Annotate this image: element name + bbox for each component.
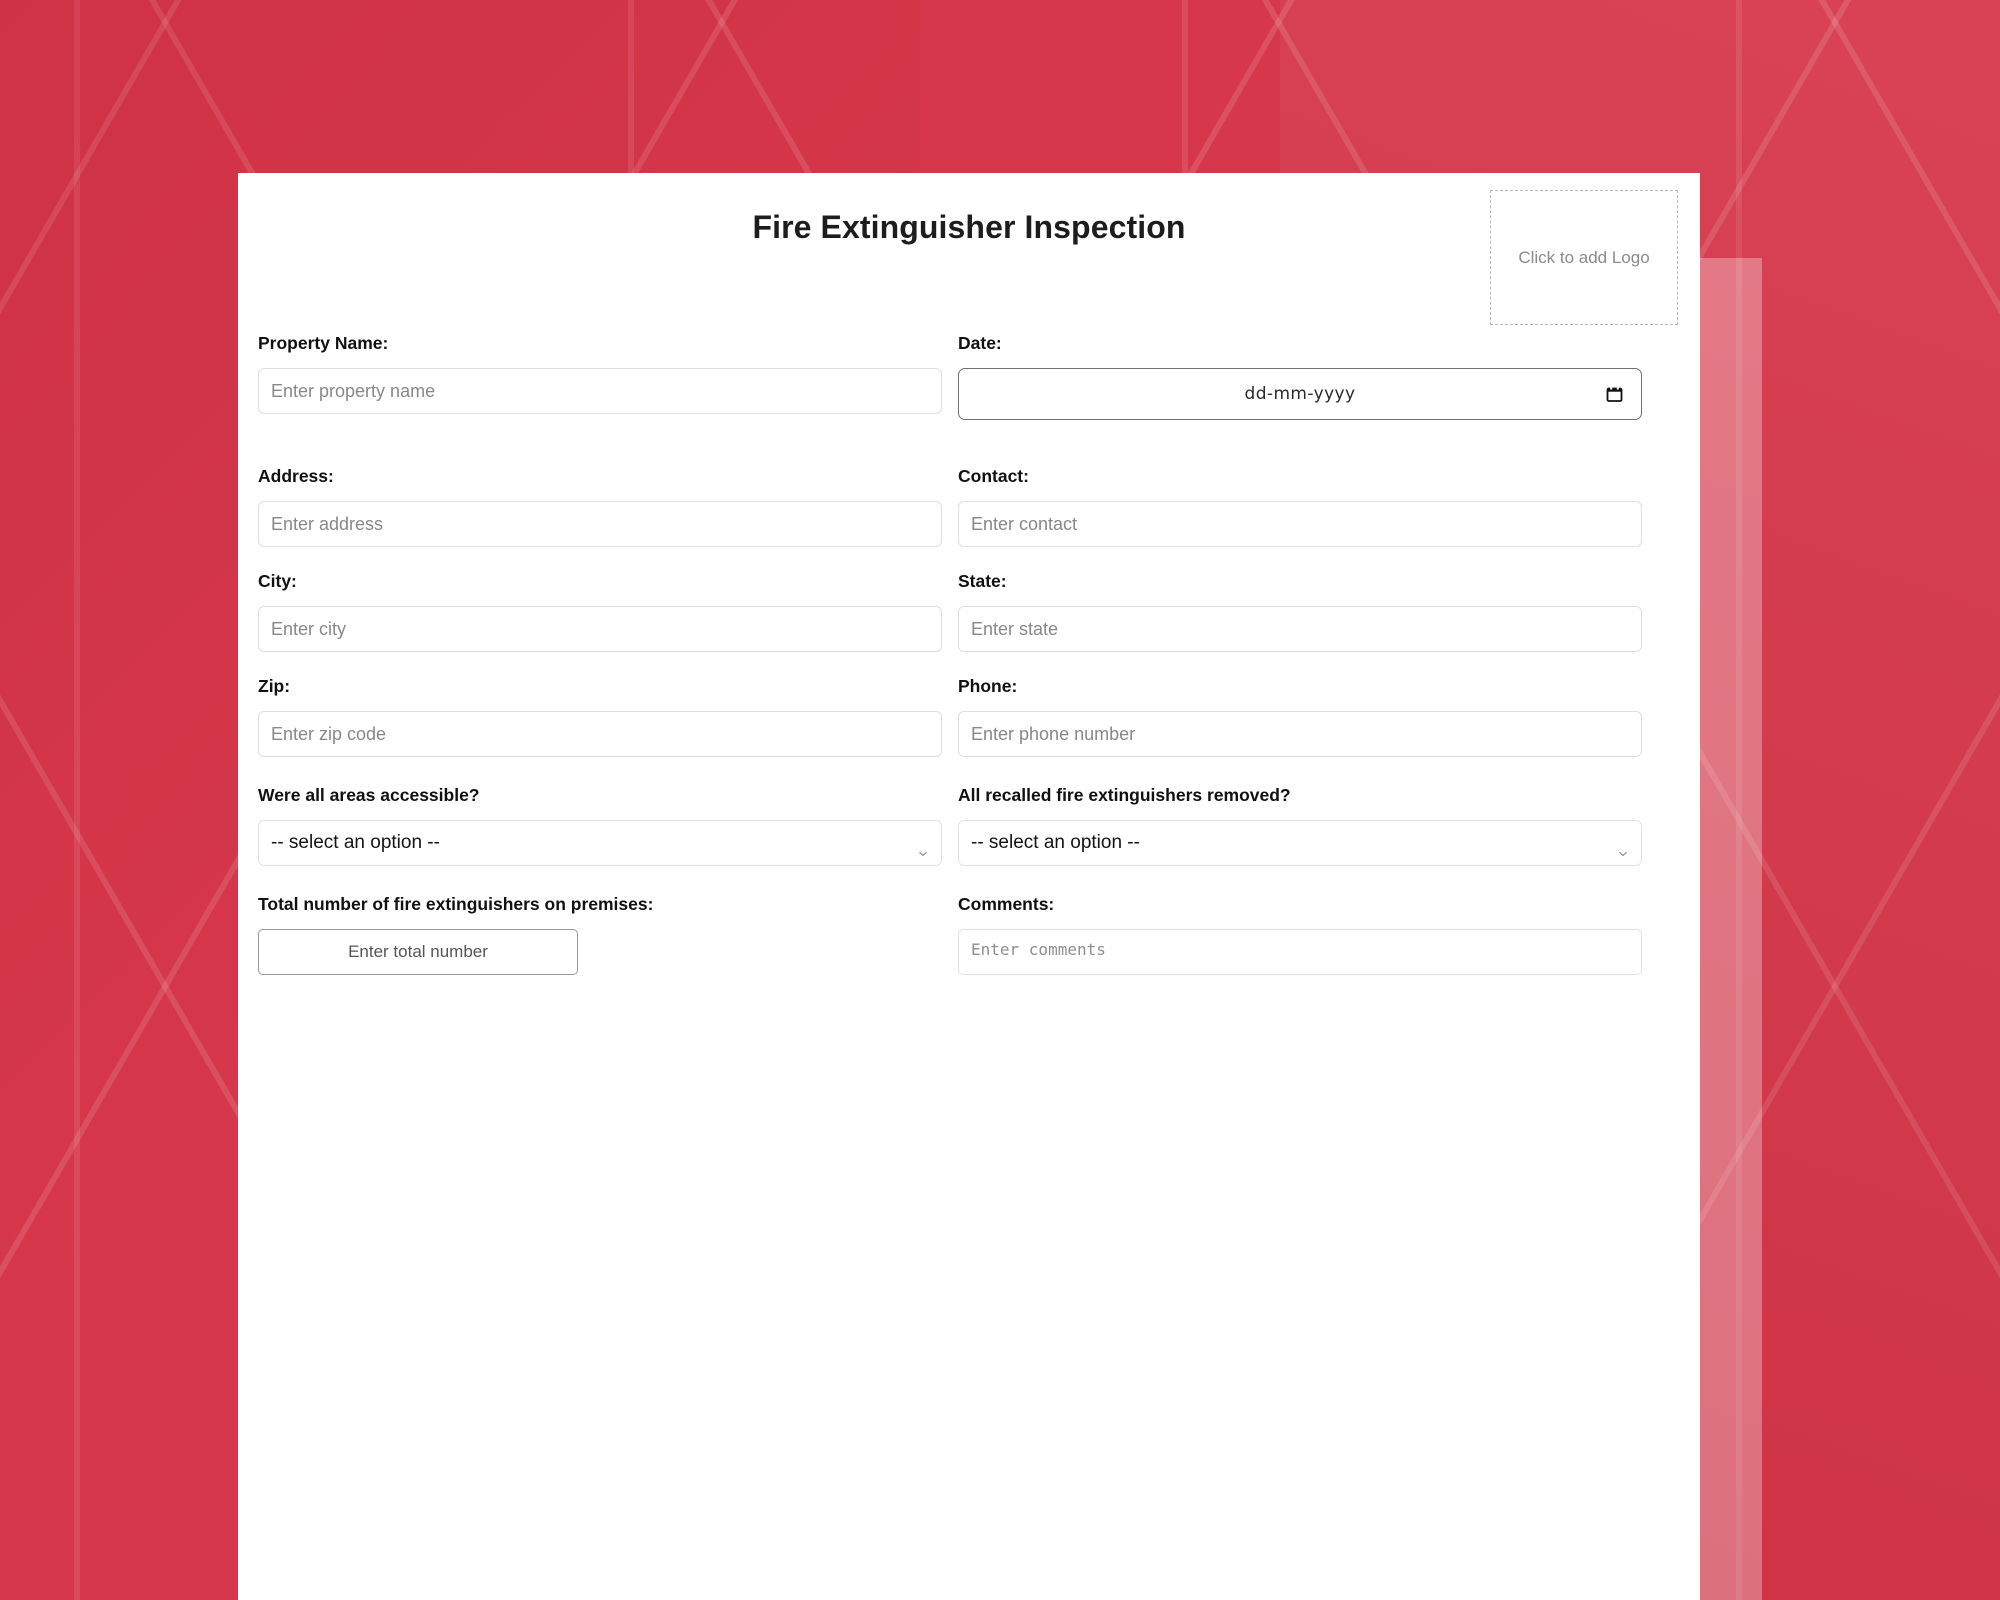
field-group-contact: Contact: Enter contact	[958, 466, 1642, 547]
form-body: Property Name: Enter property name Date:…	[238, 333, 1700, 975]
label-total-extinguishers: Total number of fire extinguishers on pr…	[258, 894, 654, 914]
label-state: State:	[958, 571, 1007, 591]
chevron-down-icon	[919, 841, 927, 857]
form-row-city-state: City: Enter city State: Enter state	[258, 571, 1680, 652]
background-overlay-strip	[1700, 258, 1762, 1600]
field-group-address: Address: Enter address	[258, 466, 942, 547]
label-zip: Zip:	[258, 676, 291, 696]
field-group-phone: Phone: Enter phone number	[958, 676, 1642, 757]
form-row-questions: Were all areas accessible? -- select an …	[258, 785, 1680, 866]
label-phone: Phone:	[958, 676, 1018, 696]
form-card: Fire Extinguisher Inspection Click to ad…	[238, 173, 1700, 1600]
label-property-name: Property Name:	[258, 333, 389, 353]
form-row-property-date: Property Name: Enter property name Date:…	[258, 333, 1680, 420]
address-input[interactable]: Enter address	[258, 501, 942, 547]
city-input[interactable]: Enter city	[258, 606, 942, 652]
label-comments: Comments:	[958, 894, 1055, 914]
field-group-comments: Comments: Enter comments	[958, 894, 1642, 975]
page-title: Fire Extinguisher Inspection	[752, 209, 1186, 245]
recalled-removed-selected-value: -- select an option --	[971, 832, 1140, 853]
comments-textarea[interactable]: Enter comments	[958, 929, 1642, 975]
form-row-zip-phone: Zip: Enter zip code Phone: Enter phone n…	[258, 676, 1680, 757]
zip-input[interactable]: Enter zip code	[258, 711, 942, 757]
recalled-removed-select[interactable]: -- select an option --	[958, 820, 1642, 866]
label-areas-accessible: Were all areas accessible?	[258, 785, 480, 805]
form-row-total-comments: Total number of fire extinguishers on pr…	[258, 894, 1680, 975]
label-date: Date:	[958, 333, 1002, 353]
state-input[interactable]: Enter state	[958, 606, 1642, 652]
logo-upload-dropzone[interactable]: Click to add Logo	[1490, 190, 1678, 325]
areas-accessible-select[interactable]: -- select an option --	[258, 820, 942, 866]
field-group-property-name: Property Name: Enter property name	[258, 333, 942, 420]
logo-upload-label: Click to add Logo	[1518, 247, 1650, 267]
field-group-city: City: Enter city	[258, 571, 942, 652]
date-input[interactable]: dd-mm-yyyy	[958, 368, 1642, 420]
areas-accessible-selected-value: -- select an option --	[271, 832, 440, 853]
form-row-address-contact: Address: Enter address Contact: Enter co…	[258, 466, 1680, 547]
field-group-state: State: Enter state	[958, 571, 1642, 652]
total-extinguishers-input[interactable]: Enter total number	[258, 929, 578, 975]
contact-input[interactable]: Enter contact	[958, 501, 1642, 547]
label-contact: Contact:	[958, 466, 1029, 486]
phone-input[interactable]: Enter phone number	[958, 711, 1642, 757]
field-group-date: Date: dd-mm-yyyy	[958, 333, 1642, 420]
label-city: City:	[258, 571, 297, 591]
date-input-placeholder: dd-mm-yyyy	[1244, 384, 1356, 404]
field-group-zip: Zip: Enter zip code	[258, 676, 942, 757]
label-recalled-removed: All recalled fire extinguishers removed?	[958, 785, 1291, 805]
form-header: Fire Extinguisher Inspection Click to ad…	[238, 173, 1700, 333]
label-address: Address:	[258, 466, 334, 486]
field-group-total-extinguishers: Total number of fire extinguishers on pr…	[258, 894, 942, 975]
property-name-input[interactable]: Enter property name	[258, 368, 942, 414]
field-group-recalled-removed: All recalled fire extinguishers removed?…	[958, 785, 1642, 866]
calendar-icon[interactable]	[1606, 386, 1623, 403]
field-group-areas-accessible: Were all areas accessible? -- select an …	[258, 785, 942, 866]
chevron-down-icon	[1619, 841, 1627, 857]
